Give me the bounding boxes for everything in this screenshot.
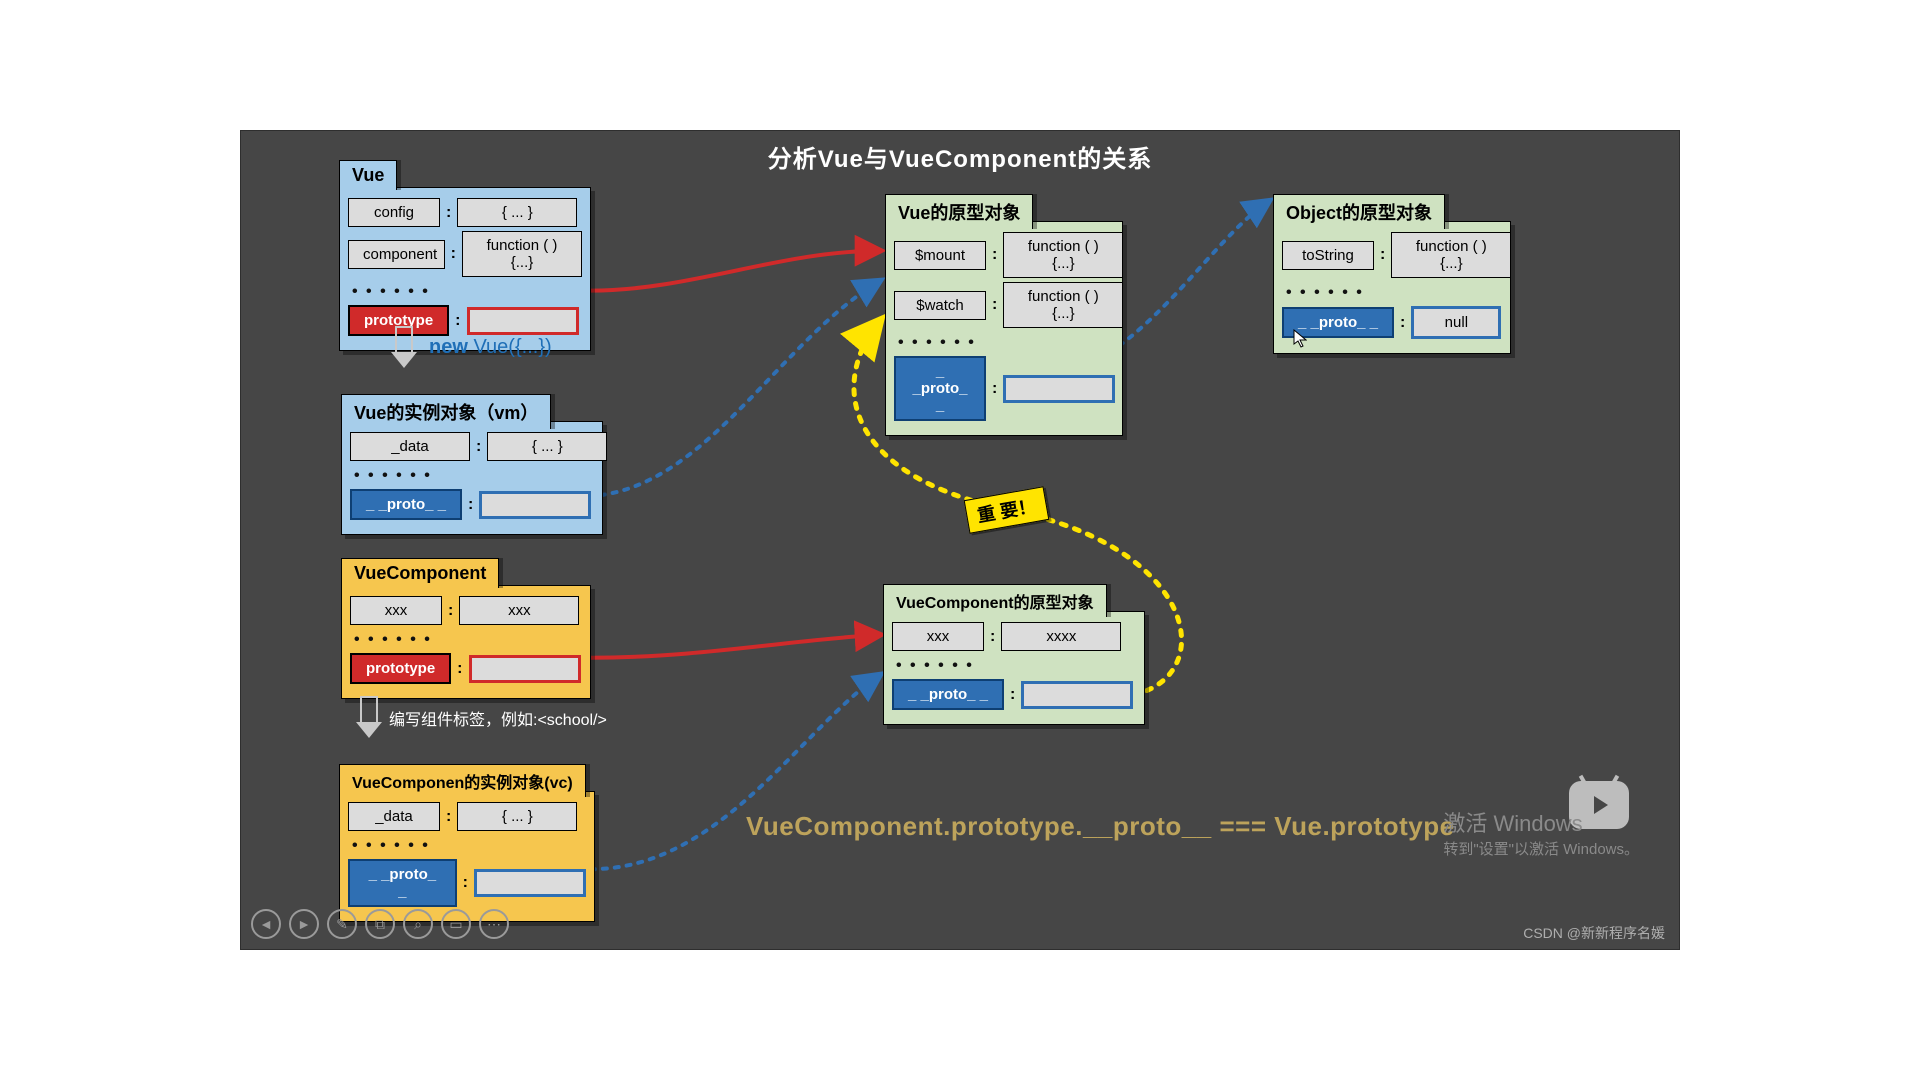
ellipsis: • • • • • • <box>348 281 582 301</box>
box-object-prototype: Object的原型对象 toString:function ( ) {...} … <box>1273 221 1511 354</box>
arrow-down-icon <box>356 696 382 736</box>
prop-val: function ( ) {...} <box>1003 282 1123 328</box>
prop-key: component <box>348 240 445 269</box>
prop-val: function ( ) {...} <box>1003 232 1123 278</box>
prop-key: xxx <box>350 596 442 625</box>
windows-watermark: 激活 Windows转到"设置"以激活 Windows。 <box>1443 806 1639 859</box>
prop-val: { ... } <box>457 198 577 227</box>
csdn-watermark: CSDN @新新程序名媛 <box>1523 923 1665 943</box>
proto-key: _ _proto_ _ <box>892 679 1004 710</box>
code-equality-line: VueComponent.prototype.__proto__ === Vue… <box>746 811 1455 842</box>
proto-key: _ _proto_ _ <box>350 489 462 520</box>
write-tag-hint: 编写组件标签，例如:<school/> <box>389 706 607 730</box>
prop-val: { ... } <box>487 432 607 461</box>
ellipsis: • • • • • • <box>1282 282 1502 302</box>
prop-key: _data <box>348 802 440 831</box>
ellipsis: • • • • • • <box>894 332 1114 352</box>
screen-button[interactable]: ▭ <box>441 909 471 939</box>
box-vue-prototype: Vue的原型对象 $mount:function ( ) {...} $watc… <box>885 221 1123 436</box>
prop-key: $mount <box>894 241 986 270</box>
ellipsis: • • • • • • <box>348 835 586 855</box>
proto-val <box>479 491 591 519</box>
prototype-key: prototype <box>350 653 451 684</box>
box-tab: Object的原型对象 <box>1273 194 1445 229</box>
box-vue-constructor: Vue config:{ ... } component:function ( … <box>339 187 591 351</box>
next-button[interactable]: ► <box>289 909 319 939</box>
ellipsis: • • • • • • <box>892 655 1136 675</box>
arrow-down-icon <box>391 326 417 366</box>
box-vc-instance: VueComponen的实例对象(vc) _data:{ ... } • • •… <box>339 791 595 922</box>
box-tab: VueComponent的原型对象 <box>883 584 1107 617</box>
prop-key: toString <box>1282 241 1374 270</box>
prop-val: function ( ) {...} <box>462 231 582 277</box>
proto-val <box>1021 681 1133 709</box>
prototype-val <box>469 655 581 683</box>
prop-key: $watch <box>894 291 986 320</box>
important-badge: 重 要！ <box>964 486 1050 534</box>
more-button[interactable]: ⋯ <box>479 909 509 939</box>
new-vue-hint: new Vue({...}) <box>429 336 552 359</box>
proto-key: _ _proto_ _ <box>348 859 457 907</box>
box-tab: Vue的原型对象 <box>885 194 1033 229</box>
prop-val: { ... } <box>457 802 577 831</box>
box-vm-instance: Vue的实例对象（vm） _data:{ ... } • • • • • • _… <box>341 421 603 535</box>
ellipsis: • • • • • • <box>350 629 582 649</box>
cursor-icon <box>1293 329 1307 349</box>
presentation-toolbar: ◄ ► ✎ ⧉ ⌕ ▭ ⋯ <box>251 909 509 939</box>
box-tab: Vue的实例对象（vm） <box>341 394 551 429</box>
zoom-button[interactable]: ⌕ <box>403 909 433 939</box>
proto-key: _ _proto_ _ <box>894 356 986 421</box>
box-tab: VueComponent <box>341 558 499 588</box>
prev-button[interactable]: ◄ <box>251 909 281 939</box>
box-vc-prototype: VueComponent的原型对象 xxx:xxxx • • • • • • _… <box>883 611 1145 725</box>
prop-val: xxx <box>459 596 579 625</box>
prop-val: function ( ) {...} <box>1391 232 1511 278</box>
box-vuecomponent-constructor: VueComponent xxx:xxx • • • • • • prototy… <box>341 585 591 699</box>
ellipsis: • • • • • • <box>350 465 594 485</box>
diagram-title: 分析Vue与VueComponent的关系 <box>241 139 1679 174</box>
proto-val <box>474 869 586 897</box>
diagram-stage: 分析Vue与VueComponent的关系 Vue config:{ ... }… <box>240 130 1680 950</box>
prop-key: _data <box>350 432 470 461</box>
prototype-val <box>467 307 579 335</box>
pen-button[interactable]: ✎ <box>327 909 357 939</box>
proto-val: null <box>1411 306 1501 339</box>
prop-val: xxxx <box>1001 622 1121 651</box>
prop-key: config <box>348 198 440 227</box>
slides-button[interactable]: ⧉ <box>365 909 395 939</box>
box-tab: Vue <box>339 160 397 190</box>
proto-val <box>1003 375 1115 403</box>
box-tab: VueComponen的实例对象(vc) <box>339 764 586 797</box>
prop-key: xxx <box>892 622 984 651</box>
